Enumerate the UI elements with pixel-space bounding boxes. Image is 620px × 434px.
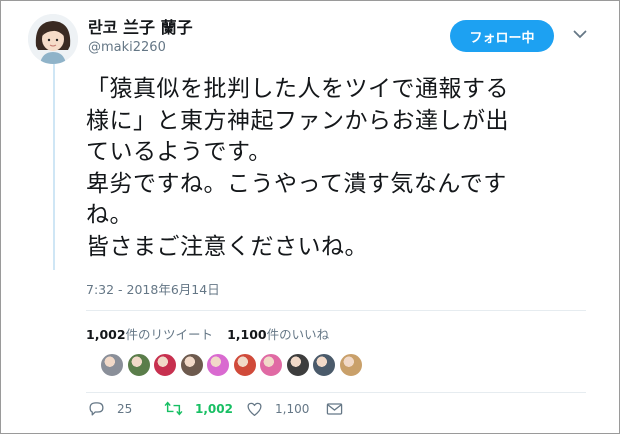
likes-stat[interactable]: 1,100件のいいね	[227, 327, 329, 342]
like-stat-count: 1,100	[227, 327, 267, 342]
thread-line	[53, 60, 55, 270]
retweet-button[interactable]: 1,002	[164, 400, 246, 417]
liker-avatar-icon[interactable]	[312, 353, 336, 377]
liker-avatar-icon[interactable]	[232, 353, 257, 377]
divider	[86, 392, 586, 393]
liker-avatars	[100, 353, 365, 377]
engagement-stats: 1,002件のリツイート 1,100件のいいね	[86, 324, 329, 343]
retweet-stat-label: 件のリツイート	[125, 327, 214, 342]
liker-avatar-icon[interactable]	[338, 353, 363, 377]
liker-avatar-icon[interactable]	[206, 353, 230, 377]
action-bar: 25 1,002 1,100	[88, 400, 343, 417]
heart-icon	[246, 401, 263, 417]
retweet-stat-count: 1,002	[86, 327, 126, 342]
user-handle[interactable]: @maki2260	[88, 40, 166, 55]
display-name[interactable]: 란코 兰子 蘭子	[88, 14, 193, 38]
liker-avatar-icon[interactable]	[285, 353, 310, 377]
liker-avatar-icon[interactable]	[126, 353, 151, 377]
following-button[interactable]: フォロー中	[450, 20, 554, 52]
reply-count: 25	[117, 401, 133, 416]
retweets-stat[interactable]: 1,002件のリツイート	[86, 327, 213, 342]
tweet-timestamp[interactable]: 7:32 - 2018年6月14日	[86, 279, 220, 298]
like-stat-label: 件のいいね	[266, 327, 330, 342]
liker-avatar-icon[interactable]	[259, 353, 283, 377]
direct-message-button[interactable]	[326, 402, 343, 416]
envelope-icon	[326, 402, 343, 416]
liker-avatar-icon[interactable]	[153, 353, 177, 377]
chevron-down-icon[interactable]	[570, 24, 590, 44]
user-avatar[interactable]	[28, 14, 78, 64]
reply-icon	[88, 400, 105, 417]
like-button[interactable]: 1,100	[246, 401, 326, 417]
liker-avatar-icon[interactable]	[100, 353, 124, 377]
retweet-icon	[164, 400, 183, 417]
retweet-count: 1,002	[195, 401, 233, 416]
liker-avatar-icon[interactable]	[179, 353, 204, 377]
reply-button[interactable]: 25	[88, 400, 164, 417]
divider	[86, 310, 586, 311]
tweet-text: 「猿真似を批判した人をツイで通報する 様に」と東方神起ファンからお達しが出 てい…	[86, 76, 509, 260]
like-count: 1,100	[275, 401, 310, 416]
